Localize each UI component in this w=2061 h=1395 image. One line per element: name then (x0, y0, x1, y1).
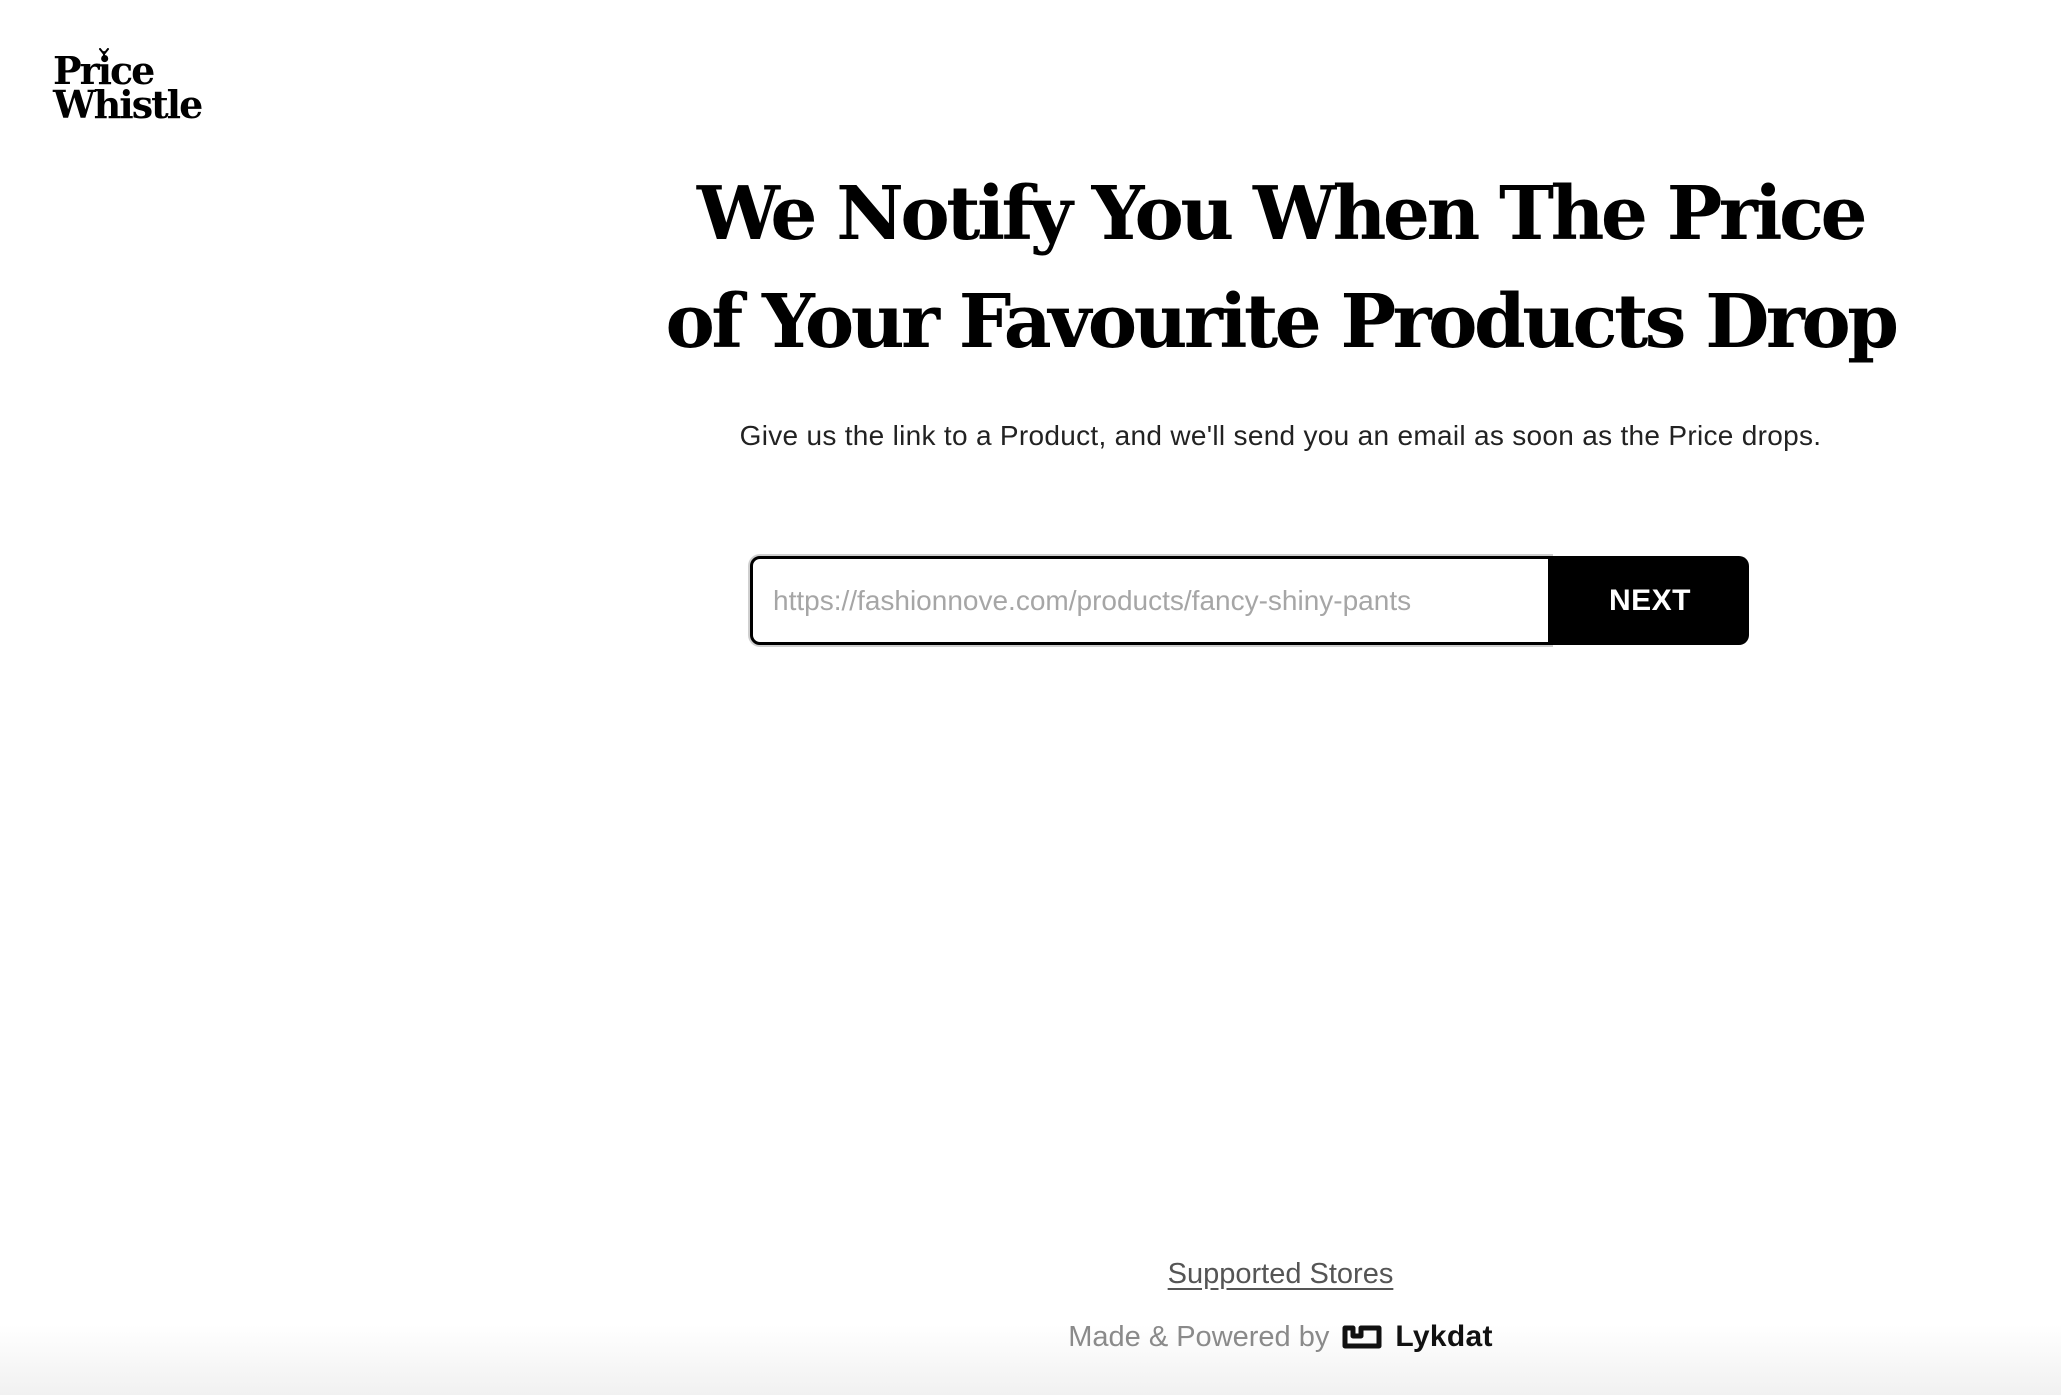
sprig-icon (99, 48, 109, 60)
powered-by-text: Made & Powered by (1068, 1320, 1330, 1353)
headline-line-1: We Notify You When The Price (696, 171, 1868, 257)
supported-stores-link[interactable]: Supported Stores (0, 1256, 2061, 1292)
price-whistle-logo[interactable]: Price Whistle (53, 48, 203, 127)
headline-line-2: of Your Favourite Products Drop (665, 279, 1899, 365)
next-button[interactable]: NEXT (1551, 556, 1749, 645)
lykdat-logo-icon[interactable] (1341, 1322, 1385, 1352)
product-link-form: NEXT (750, 556, 1749, 645)
logo-line-2: Whistle (53, 82, 203, 127)
hero-subtext: Give us the link to a Product, and we'll… (739, 420, 1822, 451)
powered-by: Made & Powered by Lykdat (0, 1320, 2061, 1354)
product-url-input[interactable] (750, 556, 1551, 645)
lykdat-brand-name[interactable]: Lykdat (1395, 1320, 1492, 1354)
hero-headline: We Notify You When The Price of Your Fav… (0, 160, 2061, 376)
